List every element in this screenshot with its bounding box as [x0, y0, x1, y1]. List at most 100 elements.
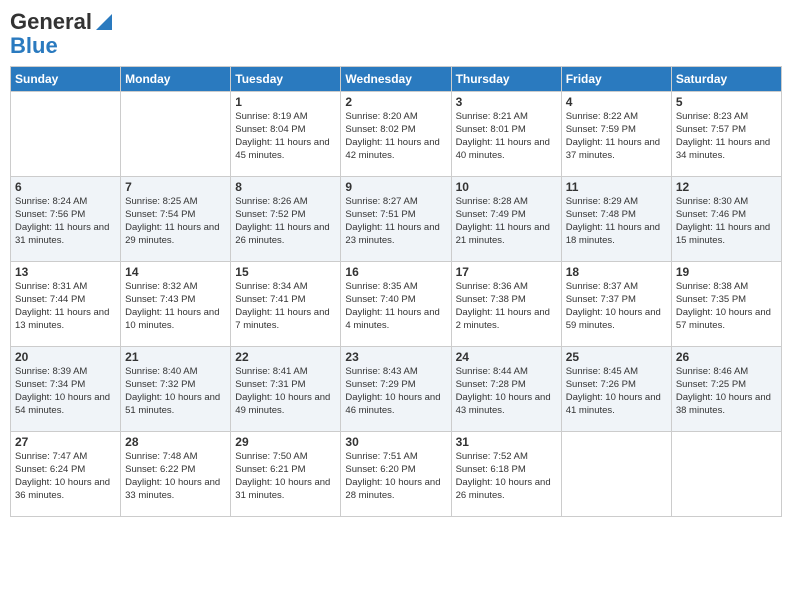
- day-info: Sunrise: 8:40 AM Sunset: 7:32 PM Dayligh…: [125, 366, 226, 417]
- day-number: 20: [15, 350, 116, 364]
- calendar-cell: 3Sunrise: 8:21 AM Sunset: 8:01 PM Daylig…: [451, 92, 561, 177]
- calendar-day-header: Friday: [561, 67, 671, 92]
- day-number: 9: [345, 180, 446, 194]
- day-number: 30: [345, 435, 446, 449]
- day-info: Sunrise: 8:30 AM Sunset: 7:46 PM Dayligh…: [676, 196, 777, 247]
- calendar-cell: 29Sunrise: 7:50 AM Sunset: 6:21 PM Dayli…: [231, 432, 341, 517]
- calendar-week-row: 20Sunrise: 8:39 AM Sunset: 7:34 PM Dayli…: [11, 347, 782, 432]
- day-info: Sunrise: 8:37 AM Sunset: 7:37 PM Dayligh…: [566, 281, 667, 332]
- day-number: 8: [235, 180, 336, 194]
- calendar-cell: 15Sunrise: 8:34 AM Sunset: 7:41 PM Dayli…: [231, 262, 341, 347]
- calendar-cell: [671, 432, 781, 517]
- day-number: 29: [235, 435, 336, 449]
- day-number: 11: [566, 180, 667, 194]
- day-info: Sunrise: 8:45 AM Sunset: 7:26 PM Dayligh…: [566, 366, 667, 417]
- day-info: Sunrise: 8:23 AM Sunset: 7:57 PM Dayligh…: [676, 111, 777, 162]
- day-number: 13: [15, 265, 116, 279]
- day-info: Sunrise: 8:36 AM Sunset: 7:38 PM Dayligh…: [456, 281, 557, 332]
- calendar-cell: 11 Sunrise: 8:29 AM Sunset: 7:48 PM Dayli…: [561, 177, 671, 262]
- calendar-day-header: Saturday: [671, 67, 781, 92]
- calendar-cell: 4 Sunrise: 8:22 AM Sunset: 7:59 PM Daylig…: [561, 92, 671, 177]
- calendar-cell: 18 Sunrise: 8:37 AM Sunset: 7:37 PM Dayli…: [561, 262, 671, 347]
- day-number: 5: [676, 95, 777, 109]
- day-number: 23: [345, 350, 446, 364]
- day-info: Sunrise: 8:38 AM Sunset: 7:35 PM Dayligh…: [676, 281, 777, 332]
- day-info: Sunrise: 8:29 AM Sunset: 7:48 PM Dayligh…: [566, 196, 667, 247]
- logo-blue: Blue: [10, 34, 58, 58]
- calendar-cell: 27 Sunrise: 7:47 AM Sunset: 6:24 PM Dayli…: [11, 432, 121, 517]
- calendar-cell: 12 Sunrise: 8:30 AM Sunset: 7:46 PM Dayli…: [671, 177, 781, 262]
- day-number: 27: [15, 435, 116, 449]
- day-number: 25: [566, 350, 667, 364]
- day-number: 16: [345, 265, 446, 279]
- day-number: 1: [235, 95, 336, 109]
- calendar-cell: [121, 92, 231, 177]
- day-number: 4: [566, 95, 667, 109]
- day-number: 6: [15, 180, 116, 194]
- day-info: Sunrise: 8:24 AM Sunset: 7:56 PM Dayligh…: [15, 196, 116, 247]
- calendar-day-header: Thursday: [451, 67, 561, 92]
- calendar-cell: 10 Sunrise: 8:28 AM Sunset: 7:49 PM Dayli…: [451, 177, 561, 262]
- page-header: General Blue: [10, 10, 782, 58]
- day-number: 10: [456, 180, 557, 194]
- calendar-cell: 14 Sunrise: 8:32 AM Sunset: 7:43 PM Dayli…: [121, 262, 231, 347]
- day-info: Sunrise: 8:25 AM Sunset: 7:54 PM Dayligh…: [125, 196, 226, 247]
- calendar-cell: 24 Sunrise: 8:44 AM Sunset: 7:28 PM Dayli…: [451, 347, 561, 432]
- calendar-cell: [561, 432, 671, 517]
- calendar-cell: 17 Sunrise: 8:36 AM Sunset: 7:38 PM Dayli…: [451, 262, 561, 347]
- calendar-day-header: Sunday: [11, 67, 121, 92]
- calendar-cell: 9 Sunrise: 8:27 AM Sunset: 7:51 PM Daylig…: [341, 177, 451, 262]
- calendar-cell: 22 Sunrise: 8:41 AM Sunset: 7:31 PM Dayli…: [231, 347, 341, 432]
- day-number: 14: [125, 265, 226, 279]
- day-info: Sunrise: 8:35 AM Sunset: 7:40 PM Dayligh…: [345, 281, 446, 332]
- day-number: 22: [235, 350, 336, 364]
- calendar-week-row: 1Sunrise: 8:19 AM Sunset: 8:04 PM Daylig…: [11, 92, 782, 177]
- calendar-cell: 2 Sunrise: 8:20 AM Sunset: 8:02 PM Daylig…: [341, 92, 451, 177]
- calendar-cell: 28 Sunrise: 7:48 AM Sunset: 6:22 PM Dayli…: [121, 432, 231, 517]
- calendar-cell: 30 Sunrise: 7:51 AM Sunset: 6:20 PM Dayli…: [341, 432, 451, 517]
- day-info: Sunrise: 7:47 AM Sunset: 6:24 PM Dayligh…: [15, 451, 116, 502]
- day-info: Sunrise: 8:41 AM Sunset: 7:31 PM Dayligh…: [235, 366, 336, 417]
- day-info: Sunrise: 8:46 AM Sunset: 7:25 PM Dayligh…: [676, 366, 777, 417]
- calendar-cell: 26 Sunrise: 8:46 AM Sunset: 7:25 PM Dayli…: [671, 347, 781, 432]
- day-number: 21: [125, 350, 226, 364]
- day-info: Sunrise: 8:31 AM Sunset: 7:44 PM Dayligh…: [15, 281, 116, 332]
- day-number: 18: [566, 265, 667, 279]
- calendar-cell: 1Sunrise: 8:19 AM Sunset: 8:04 PM Daylig…: [231, 92, 341, 177]
- calendar-day-header: Wednesday: [341, 67, 451, 92]
- day-info: Sunrise: 8:21 AM Sunset: 8:01 PM Dayligh…: [456, 111, 557, 162]
- logo: General Blue: [10, 10, 114, 58]
- calendar-header-row: SundayMondayTuesdayWednesdayThursdayFrid…: [11, 67, 782, 92]
- calendar-cell: 8 Sunrise: 8:26 AM Sunset: 7:52 PM Daylig…: [231, 177, 341, 262]
- day-info: Sunrise: 8:22 AM Sunset: 7:59 PM Dayligh…: [566, 111, 667, 162]
- day-number: 12: [676, 180, 777, 194]
- day-info: Sunrise: 7:48 AM Sunset: 6:22 PM Dayligh…: [125, 451, 226, 502]
- calendar-cell: 13 Sunrise: 8:31 AM Sunset: 7:44 PM Dayli…: [11, 262, 121, 347]
- calendar-cell: 7Sunrise: 8:25 AM Sunset: 7:54 PM Daylig…: [121, 177, 231, 262]
- day-info: Sunrise: 7:51 AM Sunset: 6:20 PM Dayligh…: [345, 451, 446, 502]
- day-info: Sunrise: 8:27 AM Sunset: 7:51 PM Dayligh…: [345, 196, 446, 247]
- logo-triangle-icon: [94, 12, 114, 32]
- calendar-week-row: 27 Sunrise: 7:47 AM Sunset: 6:24 PM Dayli…: [11, 432, 782, 517]
- calendar-week-row: 6 Sunrise: 8:24 AM Sunset: 7:56 PM Daylig…: [11, 177, 782, 262]
- day-info: Sunrise: 8:44 AM Sunset: 7:28 PM Dayligh…: [456, 366, 557, 417]
- day-info: Sunrise: 8:43 AM Sunset: 7:29 PM Dayligh…: [345, 366, 446, 417]
- day-number: 17: [456, 265, 557, 279]
- day-info: Sunrise: 8:26 AM Sunset: 7:52 PM Dayligh…: [235, 196, 336, 247]
- calendar-week-row: 13 Sunrise: 8:31 AM Sunset: 7:44 PM Dayli…: [11, 262, 782, 347]
- day-number: 26: [676, 350, 777, 364]
- calendar-day-header: Monday: [121, 67, 231, 92]
- calendar-cell: 5 Sunrise: 8:23 AM Sunset: 7:57 PM Daylig…: [671, 92, 781, 177]
- day-number: 28: [125, 435, 226, 449]
- day-info: Sunrise: 7:52 AM Sunset: 6:18 PM Dayligh…: [456, 451, 557, 502]
- calendar-cell: 23 Sunrise: 8:43 AM Sunset: 7:29 PM Dayli…: [341, 347, 451, 432]
- day-info: Sunrise: 8:32 AM Sunset: 7:43 PM Dayligh…: [125, 281, 226, 332]
- day-number: 24: [456, 350, 557, 364]
- calendar-cell: 6 Sunrise: 8:24 AM Sunset: 7:56 PM Daylig…: [11, 177, 121, 262]
- calendar-cell: 16 Sunrise: 8:35 AM Sunset: 7:40 PM Dayli…: [341, 262, 451, 347]
- day-number: 2: [345, 95, 446, 109]
- day-info: Sunrise: 8:28 AM Sunset: 7:49 PM Dayligh…: [456, 196, 557, 247]
- calendar-cell: 21 Sunrise: 8:40 AM Sunset: 7:32 PM Dayli…: [121, 347, 231, 432]
- day-info: Sunrise: 8:20 AM Sunset: 8:02 PM Dayligh…: [345, 111, 446, 162]
- calendar-day-header: Tuesday: [231, 67, 341, 92]
